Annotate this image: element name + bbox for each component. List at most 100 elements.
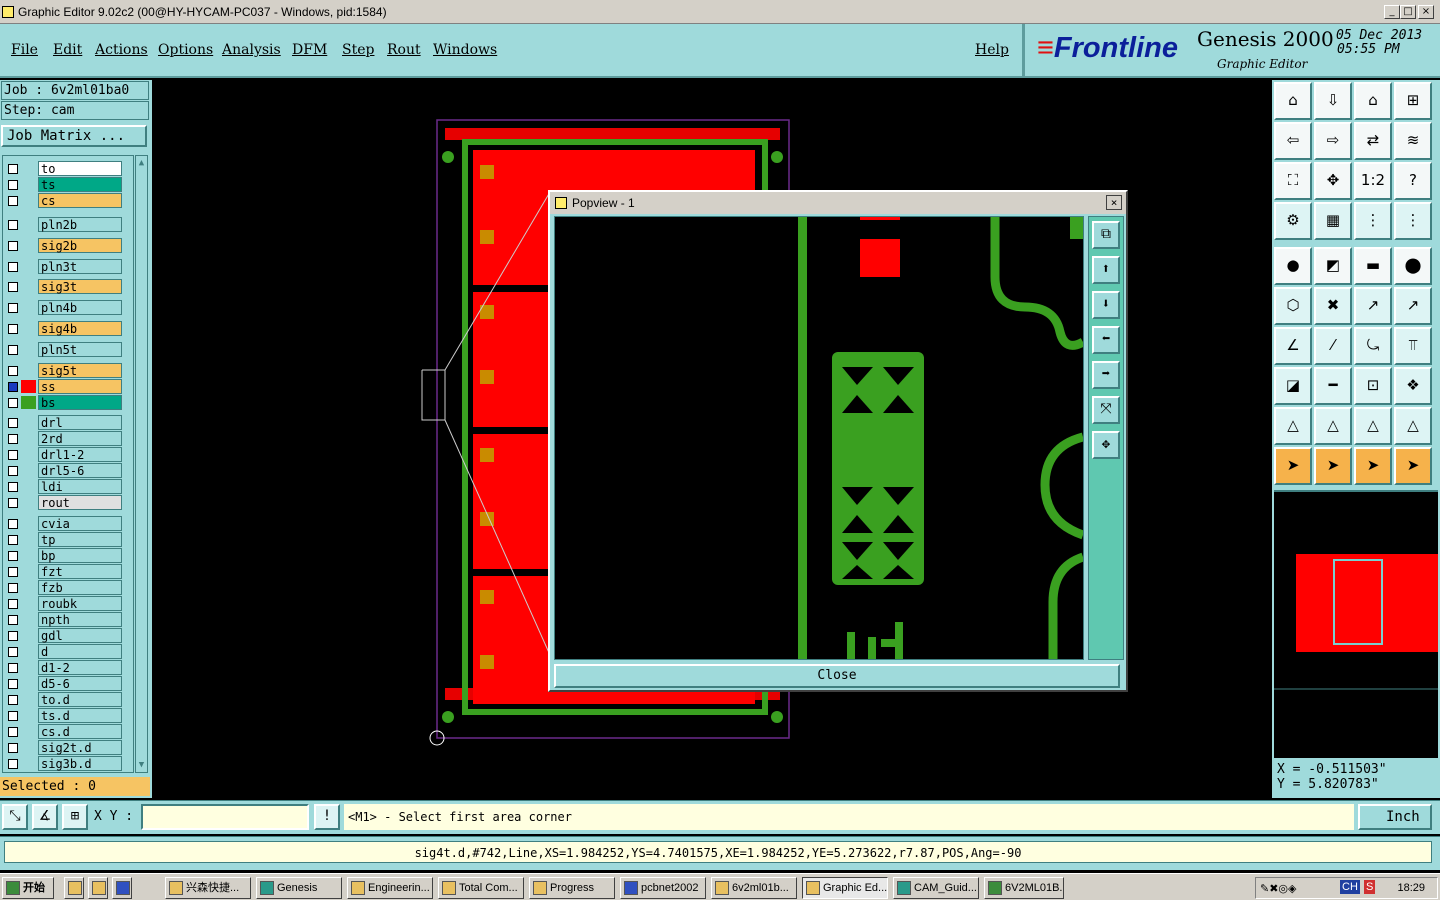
task-genesis[interactable]: Genesis <box>256 877 342 899</box>
cross-icon[interactable]: ✖ <box>1314 287 1352 325</box>
layer-checkbox[interactable] <box>8 583 18 594</box>
triangle4-icon[interactable]: △ <box>1394 407 1432 445</box>
layer-row[interactable]: fzt <box>3 564 133 580</box>
layer-name[interactable]: pln2b <box>38 217 122 232</box>
layer-name[interactable]: to.d <box>38 692 122 708</box>
layer-row[interactable]: sig2t.d <box>3 740 133 756</box>
layer-row[interactable]: cs <box>3 193 133 208</box>
layer-row[interactable]: pln5t <box>3 341 133 357</box>
xy-input[interactable] <box>141 804 309 830</box>
layer-row[interactable]: bs <box>3 394 133 410</box>
layer-row[interactable]: to.d <box>3 692 133 708</box>
surface-icon[interactable]: ◪ <box>1274 367 1312 405</box>
layer-checkbox[interactable] <box>8 397 18 408</box>
measure-icon[interactable]: ◩ <box>1314 247 1352 285</box>
layer-row[interactable]: pln4b <box>3 300 133 316</box>
layer-row[interactable]: fzb <box>3 580 133 596</box>
task-6v2ml01b[interactable]: 6v2ml01b... <box>711 877 797 899</box>
zoom-center-icon[interactable]: ✥ <box>1314 162 1352 200</box>
layer-row[interactable]: 2rd <box>3 431 133 447</box>
layer-row[interactable]: d <box>3 644 133 660</box>
layer-name[interactable]: 2rd <box>38 431 122 447</box>
layer-row[interactable]: sig3b.d <box>3 756 133 772</box>
job-matrix-button[interactable]: Job Matrix ... <box>1 125 147 147</box>
layer-checkbox[interactable] <box>8 679 18 690</box>
layer-row[interactable]: pln3t <box>3 258 133 274</box>
menu-step[interactable]: Step <box>342 42 374 58</box>
popview-pan-left-icon[interactable]: ⬅ <box>1092 326 1120 354</box>
layer-row[interactable]: sig4b <box>3 321 133 336</box>
layer-checkbox[interactable] <box>8 418 18 429</box>
layer-row[interactable]: sig2b <box>3 237 133 253</box>
snap-icon[interactable]: ⚙ <box>1274 202 1312 240</box>
layer-row[interactable]: ss <box>3 378 133 394</box>
pan-right-icon[interactable]: ⇨ <box>1314 122 1352 160</box>
route-icon[interactable]: ⫪ <box>1394 327 1432 365</box>
layer-row[interactable]: cs.d <box>3 724 133 740</box>
units-button[interactable]: Inch ▬ <box>1358 804 1432 847</box>
task-pcbnet[interactable]: pcbnet2002 <box>620 877 706 899</box>
menu-edit[interactable]: Edit <box>53 42 82 58</box>
popview-pan-up-icon[interactable]: ⬆ <box>1092 256 1120 284</box>
select-net-icon[interactable]: ➤ <box>1394 447 1432 485</box>
layer-name[interactable]: fzb <box>38 580 122 596</box>
layer-name[interactable]: fzt <box>38 564 122 580</box>
layer-row[interactable]: roubk <box>3 596 133 612</box>
layer-name[interactable]: drl <box>38 415 122 431</box>
layer-row[interactable]: ts.d <box>3 708 133 724</box>
popview-pan-down-icon[interactable]: ⬇ <box>1092 291 1120 319</box>
task-6v2ml01b-excel[interactable]: 6V2ML01B... <box>984 877 1064 899</box>
zoom-fit-icon[interactable]: ⛶ <box>1274 162 1312 200</box>
layer-name[interactable]: to <box>38 161 122 176</box>
triangle3-icon[interactable]: △ <box>1354 407 1392 445</box>
layer-name[interactable]: sig3t <box>38 279 122 295</box>
layer-name[interactable]: d5-6 <box>38 676 122 692</box>
menu-analysis[interactable]: Analysis <box>222 42 281 58</box>
select-arrow-icon[interactable]: ➤ <box>1274 447 1312 485</box>
layer-row[interactable]: drl5-6 <box>3 463 133 479</box>
task-xingsen[interactable]: 兴森快捷... <box>165 877 251 899</box>
layer-checkbox[interactable] <box>8 196 18 206</box>
layer-checkbox[interactable] <box>8 631 18 642</box>
layer-name[interactable]: sig2t.d <box>38 740 122 756</box>
layer-checkbox[interactable] <box>8 535 18 546</box>
horizontal-icon[interactable]: ━ <box>1314 367 1352 405</box>
task-engineering[interactable]: Engineerin... <box>347 877 433 899</box>
diagonal-icon[interactable]: ⁄ <box>1314 327 1352 365</box>
layer-checkbox[interactable] <box>8 261 18 272</box>
minimize-button[interactable]: _ <box>1384 5 1400 19</box>
quicklaunch-edit-icon[interactable] <box>88 877 108 899</box>
layer-checkbox[interactable] <box>8 759 18 770</box>
layer-scrollbar[interactable]: ▲ ▼ <box>135 155 148 773</box>
layer-name[interactable]: pln5t <box>38 341 122 357</box>
popview-canvas[interactable] <box>554 216 1086 660</box>
popview-zoom-out-icon[interactable]: ✥ <box>1092 431 1120 459</box>
layer-name[interactable]: sig5t <box>38 362 122 378</box>
layer-name[interactable]: ts <box>38 177 122 192</box>
menu-options[interactable]: Options <box>158 42 213 58</box>
layer-name[interactable]: ldi <box>38 479 122 495</box>
popview-fit-icon[interactable]: ⧉ <box>1092 221 1120 249</box>
layer-checkbox[interactable] <box>8 220 18 230</box>
layer-row[interactable]: tp <box>3 532 133 548</box>
layer-checkbox[interactable] <box>8 743 18 754</box>
scroll-up-icon[interactable]: ▲ <box>136 157 147 169</box>
layer-name[interactable]: bs <box>38 394 122 410</box>
grid-tool-icon[interactable]: ⊞ <box>62 804 88 830</box>
select-poly-icon[interactable]: ➤ <box>1354 447 1392 485</box>
layer-name[interactable]: rout <box>38 495 122 511</box>
layer-row[interactable]: cvia <box>3 516 133 532</box>
task-cam-guide[interactable]: CAM_Guid... <box>893 877 979 899</box>
layer-row[interactable]: to <box>3 161 133 176</box>
snap-tool-icon[interactable]: ⤡ <box>2 804 28 830</box>
group-icon[interactable]: ❖ <box>1394 367 1432 405</box>
help-query-icon[interactable]: ? <box>1394 162 1432 200</box>
copy-icon[interactable]: ⊡ <box>1354 367 1392 405</box>
layer-name[interactable]: gdl <box>38 628 122 644</box>
net-select-icon[interactable]: ⋮ <box>1394 202 1432 240</box>
layer-name[interactable]: d <box>38 644 122 660</box>
popview-pan-right-icon[interactable]: ➡ <box>1092 361 1120 389</box>
layer-row[interactable]: sig3t <box>3 279 133 295</box>
redraw-icon[interactable]: ≋ <box>1394 122 1432 160</box>
line-add2-icon[interactable]: ↗ <box>1394 287 1432 325</box>
